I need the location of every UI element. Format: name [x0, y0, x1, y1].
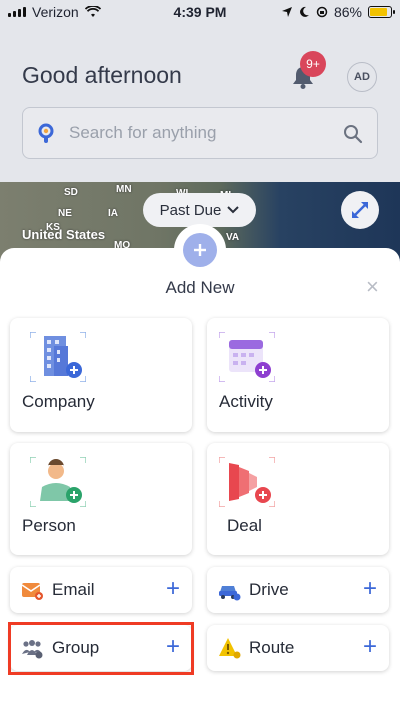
location-arrow-icon [281, 7, 292, 17]
group-highlight-box [8, 622, 194, 675]
add-route-plus-icon[interactable]: + [363, 634, 377, 660]
status-bar: Verizon 4:39 PM 86% [0, 0, 400, 24]
past-due-label: Past Due [159, 201, 222, 219]
search-input[interactable] [69, 108, 339, 158]
search-bar[interactable] [22, 107, 378, 159]
drive-row[interactable]: Drive + [207, 567, 389, 613]
past-due-filter[interactable]: Past Due [143, 193, 256, 227]
email-row[interactable]: Email + [10, 567, 192, 613]
chevron-down-icon [227, 206, 240, 214]
route-row[interactable]: Route + [207, 625, 389, 671]
map-label: MN [116, 184, 132, 195]
battery-fill [370, 8, 388, 16]
add-email-plus-icon[interactable]: + [166, 576, 180, 602]
map-label: United States [22, 227, 106, 242]
battery-icon [368, 6, 395, 18]
app-logo-icon [38, 123, 54, 143]
email-label: Email [52, 580, 95, 599]
map-label: IA [108, 208, 118, 219]
calendar-icon [219, 332, 275, 382]
company-card[interactable]: Company [10, 318, 192, 432]
person-card[interactable]: Person [10, 443, 192, 555]
activity-label: Activity [219, 392, 273, 411]
drive-label: Drive [249, 580, 289, 599]
search-icon[interactable] [343, 124, 363, 144]
company-label: Company [22, 392, 95, 411]
expand-icon [352, 202, 368, 218]
close-icon[interactable]: × [366, 276, 379, 298]
map-label: NE [58, 208, 72, 219]
add-drive-plus-icon[interactable]: + [363, 576, 377, 602]
add-new-button[interactable] [174, 224, 226, 276]
deal-card[interactable]: Deal [207, 443, 389, 555]
route-label: Route [249, 638, 295, 657]
map-label: SD [64, 187, 78, 198]
email-icon [21, 583, 43, 600]
battery-percent: 86% [333, 4, 362, 20]
activity-card[interactable]: Activity [207, 318, 389, 432]
deal-icon [219, 457, 275, 507]
greeting-title: Good afternoon [22, 62, 182, 88]
notification-badge: 9+ [300, 51, 326, 77]
car-icon [219, 586, 241, 601]
map-label: VA [226, 232, 240, 243]
avatar[interactable]: AD [347, 62, 377, 92]
person-icon [30, 457, 86, 507]
rotation-lock-icon [316, 6, 328, 18]
header: Good afternoon 9+ AD [0, 24, 400, 182]
moon-icon [300, 6, 309, 17]
route-icon [219, 638, 241, 659]
company-icon [30, 332, 86, 382]
deal-label: Deal [227, 516, 262, 535]
plus-icon [183, 233, 217, 267]
expand-map-button[interactable] [341, 191, 379, 229]
status-right: 86% [281, 4, 395, 20]
sheet-title: Add New [165, 278, 235, 297]
person-label: Person [22, 516, 76, 535]
